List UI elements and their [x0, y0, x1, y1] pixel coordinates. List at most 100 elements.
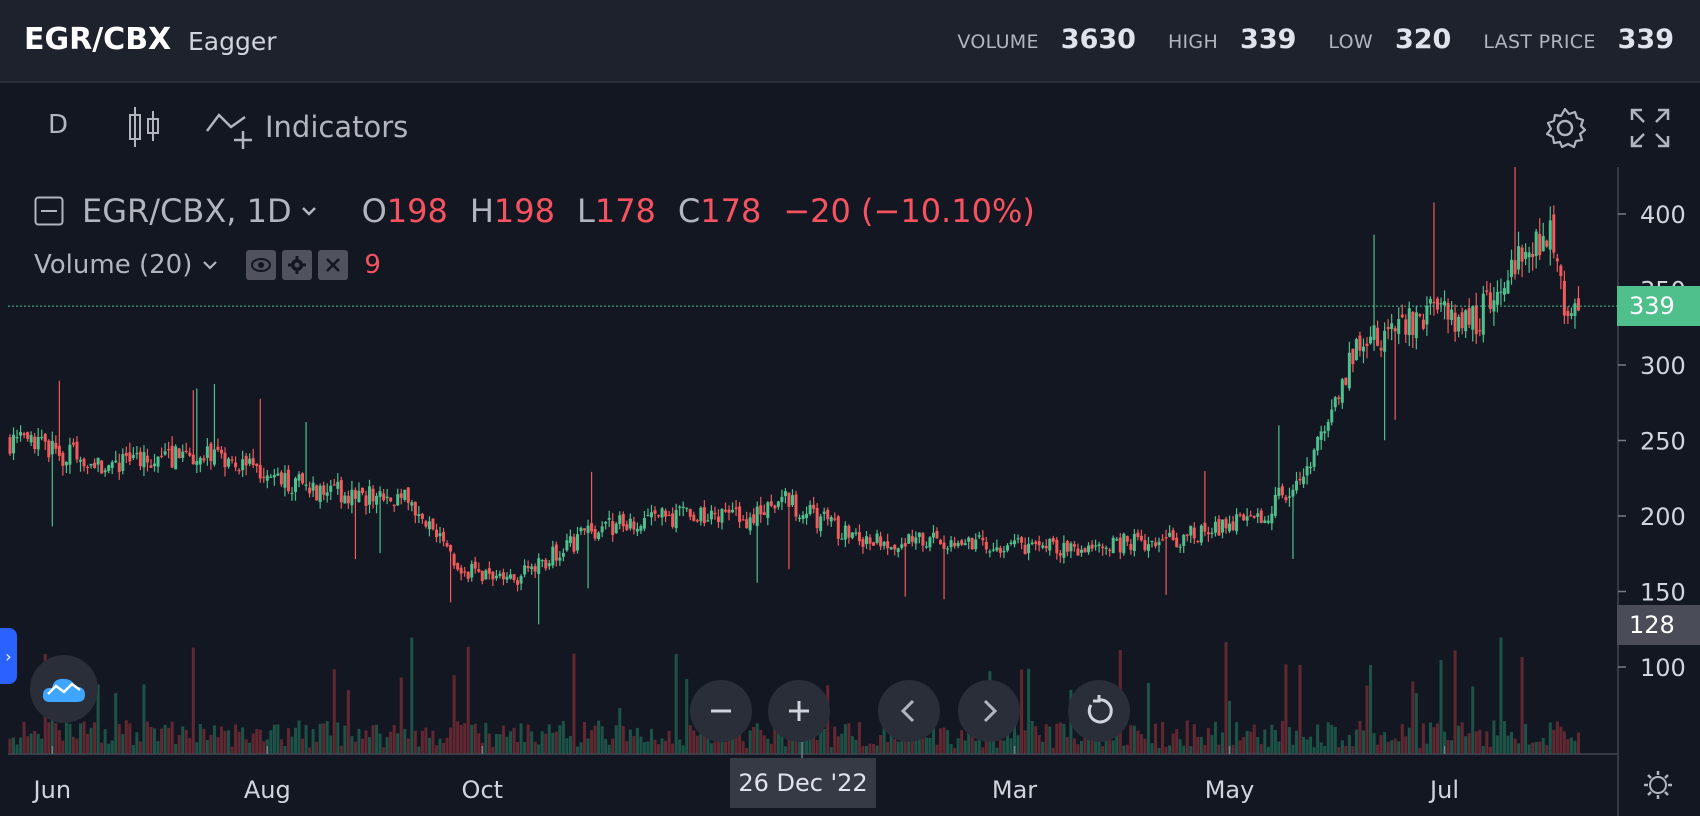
volume-bar	[1034, 726, 1038, 754]
y-tick-label: 150	[1640, 579, 1686, 607]
volume-bar	[371, 725, 375, 754]
candle-body	[442, 531, 446, 542]
chevron-down-icon[interactable]	[298, 200, 320, 222]
candle-body	[413, 501, 417, 516]
study-settings-icon[interactable]	[282, 250, 313, 280]
volume-bar	[121, 734, 125, 754]
volume-bar	[385, 737, 389, 754]
volume-bar	[1474, 731, 1478, 754]
volume-bar	[1224, 641, 1228, 754]
volume-study-label[interactable]: Volume (20)	[34, 250, 192, 280]
candle-body	[1101, 546, 1105, 549]
volume-bar	[1125, 744, 1129, 754]
volume-bar	[452, 675, 456, 754]
expand-sidebar-button[interactable]: ›	[0, 628, 17, 684]
volume-bar	[752, 726, 756, 754]
remove-study-icon[interactable]	[318, 250, 349, 280]
collapse-legend-icon[interactable]	[34, 196, 64, 226]
volume-bar	[1220, 732, 1224, 754]
volume-bar	[1379, 735, 1383, 754]
volume-bar	[660, 738, 664, 754]
volume-bar	[1009, 738, 1013, 754]
volume-bar	[22, 721, 26, 754]
candle-body	[491, 571, 495, 580]
volume-bar	[297, 720, 301, 754]
volume-bar	[1383, 732, 1387, 754]
indicators-label: Indicators	[265, 110, 409, 144]
interval-button[interactable]: D	[48, 110, 68, 140]
candle-body	[1273, 494, 1277, 516]
zoom-in-button[interactable]	[768, 680, 830, 742]
candle-body	[304, 484, 308, 486]
volume-bar	[389, 731, 393, 754]
candle-body	[1175, 537, 1179, 548]
volume-bar	[1164, 746, 1168, 754]
gear-icon[interactable]	[1543, 106, 1587, 150]
symbol[interactable]: EGR/CBX	[24, 22, 171, 57]
volume-bar	[1576, 732, 1580, 754]
candle-body	[449, 545, 453, 552]
candles-icon[interactable]	[126, 105, 162, 149]
candle-body	[57, 445, 61, 456]
candle-body	[8, 437, 12, 454]
eye-icon[interactable]	[246, 250, 277, 280]
candle-body	[928, 537, 932, 548]
candle-body	[1319, 431, 1323, 440]
candle-body	[946, 548, 950, 550]
volume-bar	[1210, 735, 1214, 754]
fullscreen-icon[interactable]	[1630, 108, 1670, 148]
app-logo-button[interactable]	[30, 655, 98, 723]
candle-body	[533, 566, 537, 572]
candle-body	[1538, 233, 1542, 256]
scroll-left-button[interactable]	[878, 680, 940, 742]
volume-bar	[368, 737, 372, 754]
volume-bar	[209, 734, 213, 754]
candle-body	[967, 537, 971, 542]
candle-body	[382, 493, 386, 501]
volume-bar	[618, 708, 622, 754]
candle-body	[1235, 514, 1239, 532]
close-value-legend: 178	[700, 192, 762, 230]
symbol-name: Eagger	[188, 27, 277, 56]
volume-bar	[822, 729, 826, 754]
volume-bar	[145, 721, 149, 754]
candle-body	[917, 532, 921, 537]
candle-body	[1118, 537, 1122, 553]
volume-bar	[463, 723, 467, 754]
candle-body	[124, 452, 128, 456]
time-scale-settings-icon[interactable]	[1644, 771, 1672, 799]
reset-chart-button[interactable]	[1068, 680, 1130, 742]
candle-body	[1189, 525, 1193, 536]
candle-body	[755, 506, 759, 527]
candle-body	[1005, 545, 1009, 551]
volume-bar	[406, 738, 410, 754]
volume-bar	[551, 732, 555, 754]
candle-body	[1164, 537, 1168, 539]
stats-bar: VOLUME 3630 HIGH 339 LOW 320 LAST PRICE …	[957, 24, 1674, 55]
volume-bar	[540, 731, 544, 754]
indicators-button[interactable]: Indicators	[205, 105, 408, 149]
candle-body	[991, 549, 995, 551]
volume-bar	[946, 730, 950, 754]
candle-body	[1435, 298, 1439, 310]
candle-body	[974, 539, 978, 550]
candle-body	[762, 512, 766, 516]
zoom-out-button[interactable]	[690, 680, 752, 742]
candle-body	[346, 495, 350, 504]
volume-bar	[1485, 731, 1489, 754]
candle-body	[1555, 258, 1559, 262]
candle-body	[1023, 544, 1027, 555]
candle-body	[1559, 265, 1563, 277]
volume-bar	[1072, 738, 1076, 754]
candle-body	[78, 459, 82, 462]
low-value-legend: 178	[594, 192, 656, 230]
candle-body	[1263, 520, 1267, 523]
volume-bar	[1076, 744, 1080, 754]
volume-bar	[688, 725, 692, 754]
volume-bar	[491, 746, 495, 754]
series-title[interactable]: EGR/CBX, 1D	[82, 192, 292, 230]
candle-body	[1400, 314, 1404, 318]
scroll-right-button[interactable]	[958, 680, 1020, 742]
y-tick-label: 300	[1640, 352, 1686, 380]
chevron-down-icon[interactable]	[200, 255, 220, 275]
